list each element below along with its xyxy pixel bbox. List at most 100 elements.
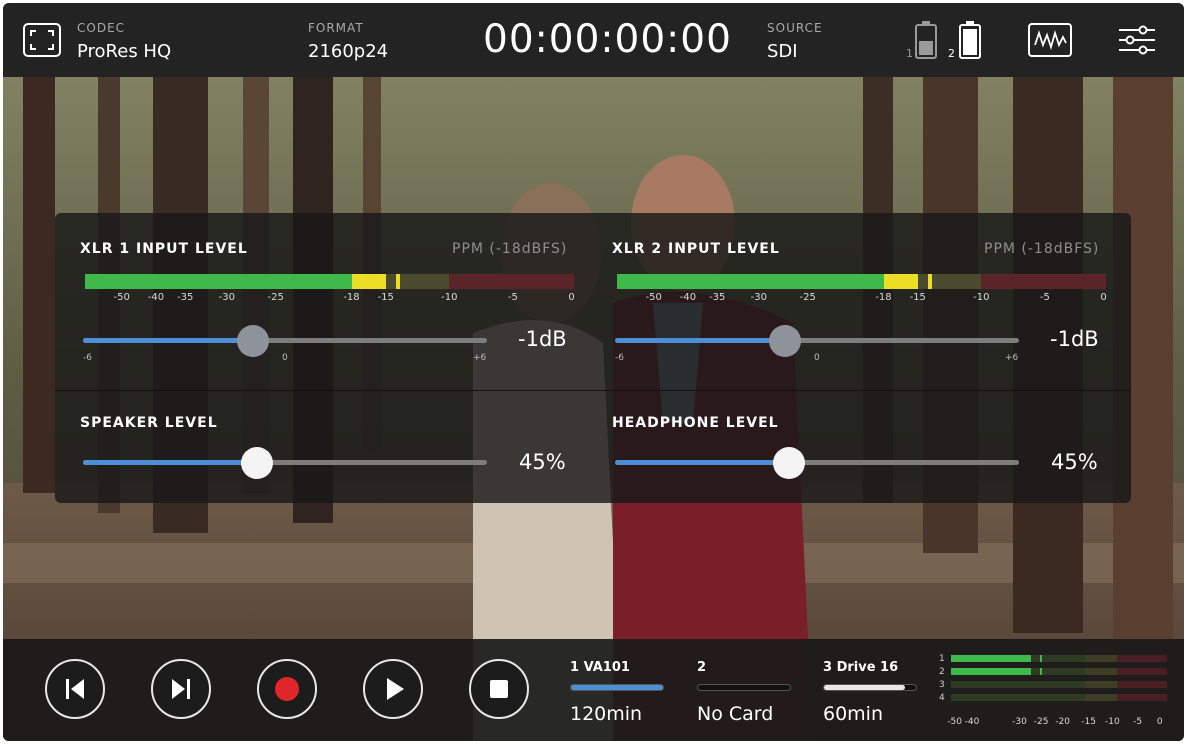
- mini-meter-channel-label: 1: [939, 654, 945, 664]
- codec-value[interactable]: ProRes HQ: [77, 41, 171, 62]
- mini-meter-channel-label: 4: [939, 693, 945, 703]
- play-icon: [387, 678, 404, 700]
- mini-meter-scale-label: -25: [1033, 717, 1049, 727]
- slot-3-title: 3 Drive 16: [823, 660, 899, 675]
- slot-capacity-fill: [571, 685, 663, 690]
- audio-settings-panel: XLR 1 INPUT LEVEL PPM (-18dBFS) -50 -40 -3…: [55, 213, 1131, 503]
- mini-meter-row: [951, 681, 1167, 688]
- fullscreen-icon[interactable]: [23, 23, 61, 57]
- meter-tick-label: -18: [343, 292, 360, 303]
- transport-bar: 1 VA101 120min 2 No Card 3 Drive 16 60mi…: [3, 639, 1184, 741]
- mini-meter-row: [951, 668, 1167, 675]
- slider-fill: [615, 460, 789, 465]
- headphone-level-slider[interactable]: [615, 445, 1019, 479]
- mini-meter-row: [951, 655, 1167, 662]
- slider-knob[interactable]: [768, 325, 801, 357]
- xlr2-level-meter: [617, 274, 1106, 289]
- stop-button[interactable]: [469, 659, 529, 719]
- status-bar: CODEC ProRes HQ FORMAT 2160p24 00:00:00:…: [3, 3, 1184, 77]
- slider-fill: [615, 338, 785, 343]
- slider-fill: [83, 460, 257, 465]
- mini-meter-scale-label: -15: [1081, 717, 1096, 727]
- mini-meter-scale-label: -20: [1055, 717, 1071, 727]
- slot-capacity-fill: [824, 685, 905, 690]
- meter-tick-label: -35: [177, 292, 194, 303]
- slider-knob[interactable]: [236, 325, 269, 357]
- record-icon: [275, 677, 299, 701]
- timecode-display[interactable]: 00:00:00:00: [483, 17, 732, 62]
- battery-icon: [915, 21, 937, 59]
- meter-tick-label: -40: [679, 292, 697, 303]
- speaker-level-value: 45%: [519, 450, 566, 474]
- xlr2-title: XLR 2 INPUT LEVEL: [612, 241, 780, 257]
- meter-tick-label: 0: [568, 292, 575, 303]
- speaker-title: SPEAKER LEVEL: [80, 415, 218, 431]
- battery-icon: [959, 21, 981, 59]
- mini-meter-scale-label: -5: [1133, 717, 1143, 727]
- mini-meter-channel-label: 2: [939, 667, 945, 677]
- meter-red-segment: [449, 274, 574, 289]
- mini-meter-scale-label: -50: [947, 717, 963, 727]
- meter-tick-label: -18: [875, 292, 892, 303]
- xlr2-scale-min: -6: [615, 353, 624, 363]
- waveform-icon[interactable]: [1028, 23, 1072, 57]
- meter-peak-marker: [396, 274, 401, 289]
- slider-knob[interactable]: [240, 447, 273, 479]
- meter-tick-label: -35: [709, 292, 726, 303]
- play-button[interactable]: [363, 659, 423, 719]
- mini-meter-level: [951, 655, 1031, 662]
- skip-forward-icon: [172, 679, 190, 699]
- meter-tick-label: -50: [645, 292, 662, 303]
- source-value[interactable]: SDI: [767, 41, 798, 62]
- slot-2-capacity-bar: [697, 684, 791, 691]
- slider-knob[interactable]: [772, 447, 805, 479]
- record-button[interactable]: [257, 659, 317, 719]
- slot-1-time: 120min: [570, 703, 643, 725]
- monitor-screen: CODEC ProRes HQ FORMAT 2160p24 00:00:00:…: [3, 3, 1184, 741]
- format-label: FORMAT: [308, 21, 364, 35]
- xlr1-gain-value: -1dB: [518, 327, 567, 351]
- mini-meter-scale-label: 0: [1156, 717, 1163, 727]
- xlr2-gain-slider[interactable]: [615, 323, 1019, 357]
- battery-1: 1: [906, 19, 946, 63]
- xlr2-meter-ticks: -50 -40 -35 -30 -25 -18 -15 -10 -5 0: [617, 292, 1107, 306]
- meter-tick-label: -15: [377, 292, 394, 303]
- xlr1-scale-mid: 0: [282, 353, 288, 363]
- xlr1-level-meter: [85, 274, 574, 289]
- xlr2-scale-max: +6: [1005, 353, 1019, 363]
- meter-peak-marker: [928, 274, 933, 289]
- meter-green-segment: [85, 274, 352, 289]
- codec-label: CODEC: [77, 21, 126, 35]
- settings-sliders-icon[interactable]: [1117, 23, 1157, 57]
- speaker-level-slider[interactable]: [83, 445, 487, 479]
- meter-tick-label: -25: [267, 292, 284, 303]
- meter-green-segment: [617, 274, 884, 289]
- slot-1-capacity-bar: [570, 684, 664, 691]
- audio-meters-mini[interactable]: 1 2 3 4 -50 -40 -30 -25 -20 -15 -10 -5 0: [939, 654, 1167, 737]
- format-value[interactable]: 2160p24: [308, 41, 388, 62]
- battery-2: 2: [948, 19, 988, 63]
- meter-tick-label: -50: [113, 292, 130, 303]
- headphone-level-value: 45%: [1051, 450, 1098, 474]
- slot-1-title: 1 VA101: [570, 660, 630, 675]
- meter-olive-segment: [917, 274, 982, 289]
- headphone-title: HEADPHONE LEVEL: [612, 415, 779, 431]
- mini-meter-scale-label: -40: [964, 717, 980, 727]
- meter-tick-label: -30: [750, 292, 767, 303]
- xlr1-gain-slider[interactable]: [83, 323, 487, 357]
- xlr1-scale-max: +6: [473, 353, 487, 363]
- source-label: SOURCE: [767, 21, 823, 35]
- slider-fill: [83, 338, 253, 343]
- xlr2-meter-mode: PPM (-18dBFS): [984, 241, 1100, 257]
- meter-tick-label: -5: [1039, 292, 1050, 303]
- meter-tick-label: -40: [147, 292, 165, 303]
- meter-yellow-segment: [883, 274, 918, 289]
- meter-tick-label: -10: [973, 292, 990, 303]
- mini-meter-row: [951, 694, 1167, 701]
- meter-tick-label: 0: [1100, 292, 1107, 303]
- stop-icon: [490, 680, 508, 698]
- meter-tick-label: -30: [218, 292, 235, 303]
- mini-meter-scale-label: -10: [1105, 717, 1120, 727]
- skip-back-button[interactable]: [45, 659, 105, 719]
- skip-forward-button[interactable]: [151, 659, 211, 719]
